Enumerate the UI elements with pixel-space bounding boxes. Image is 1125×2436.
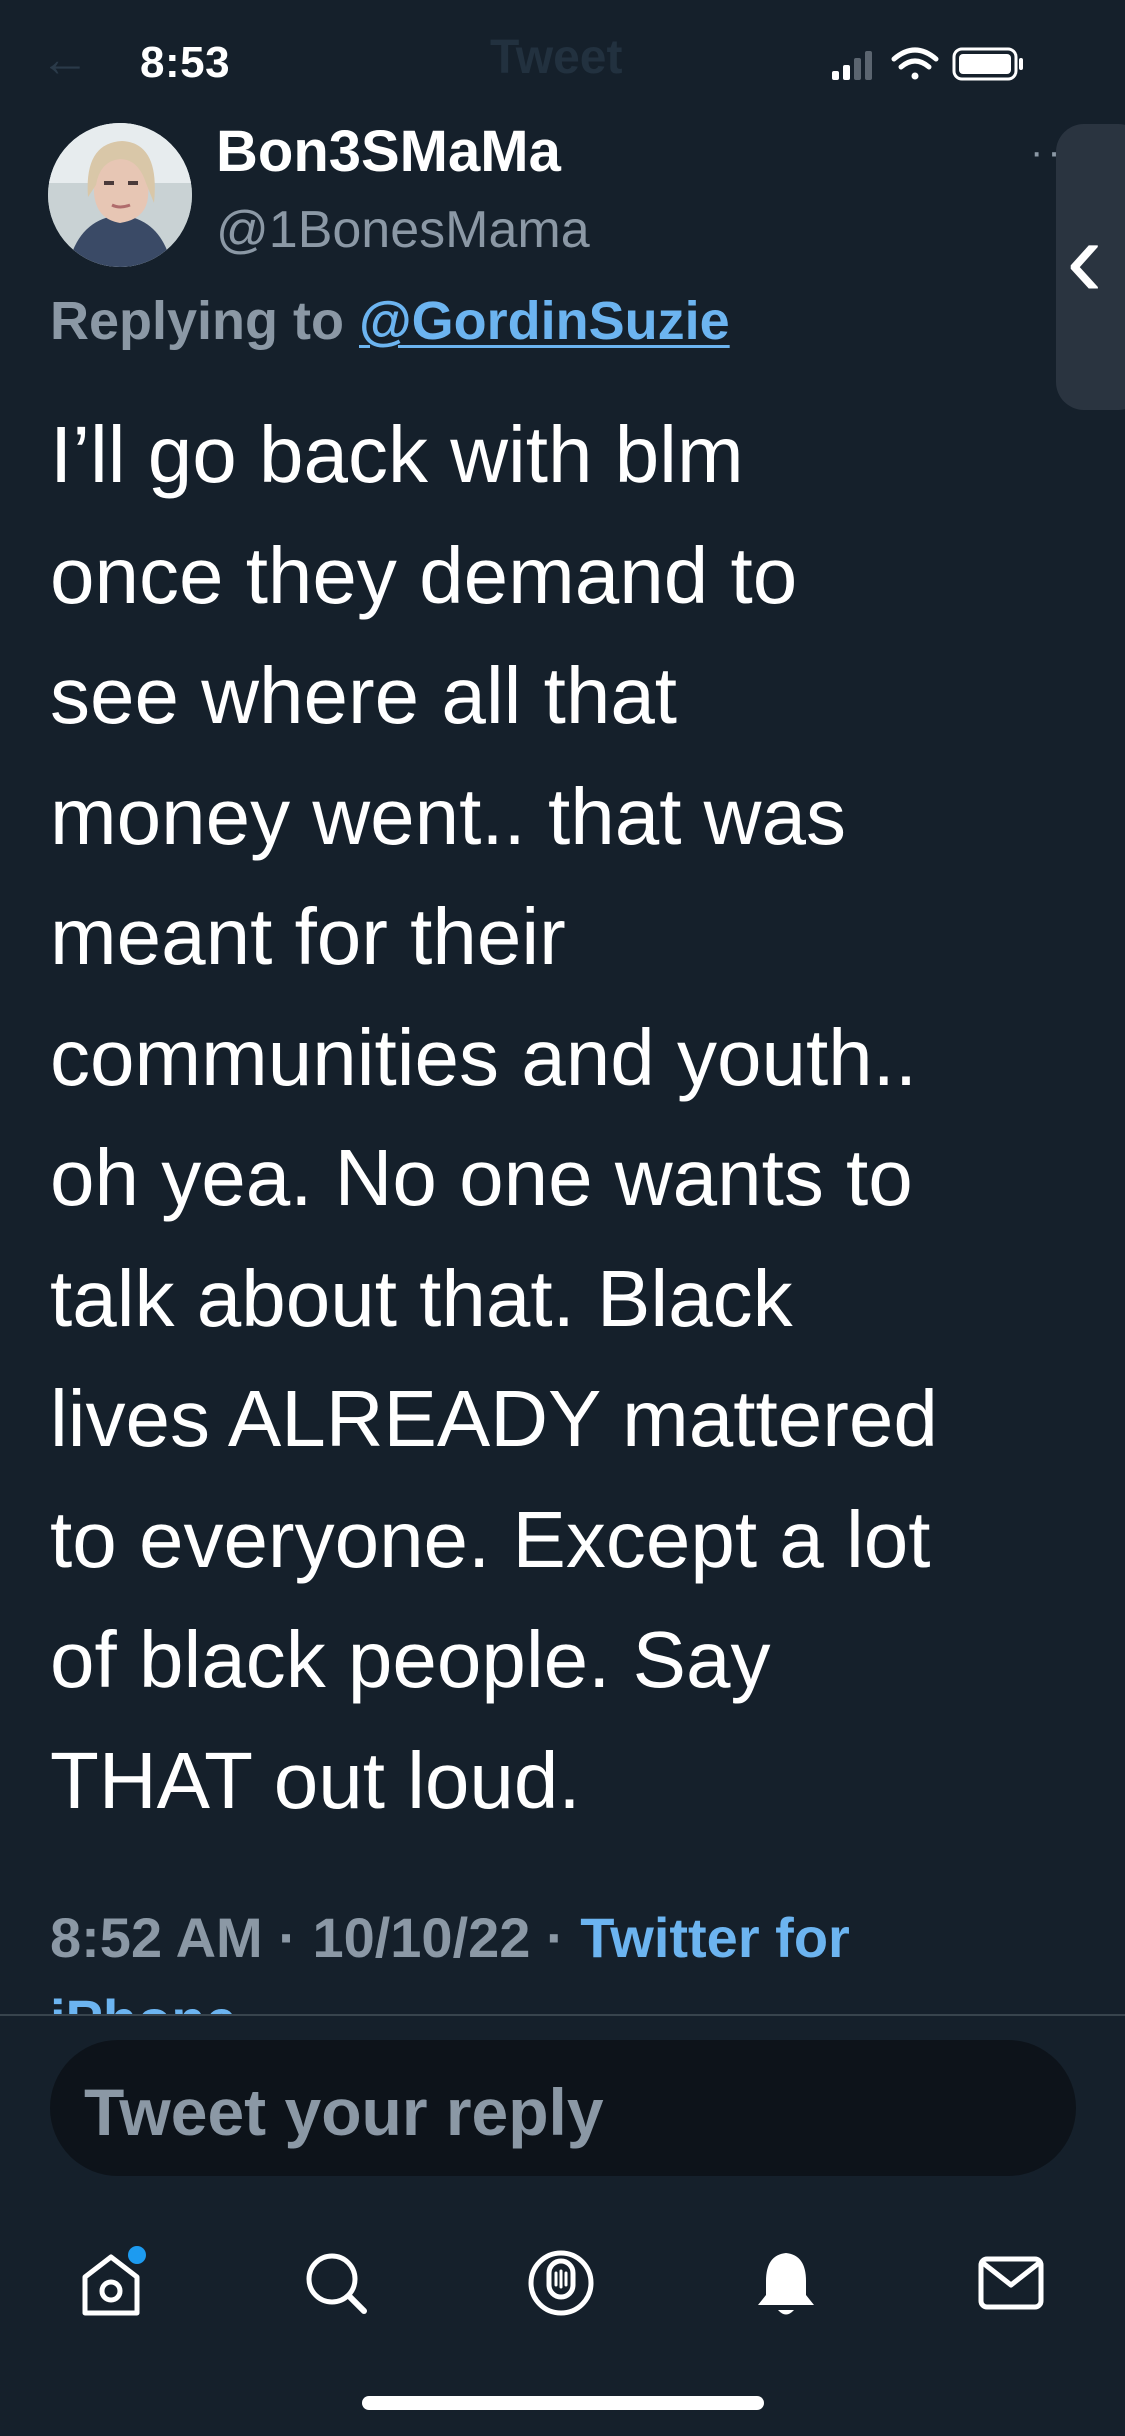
cellular-signal-icon [832,51,872,80]
envelope-icon [978,2256,1044,2310]
home-indicator [362,2396,764,2410]
replying-to-link[interactable]: @GordinSuzie [359,291,730,351]
notification-dot [128,2246,146,2264]
tweet-source-link[interactable]: Twitter for [580,1906,850,1969]
tweet-date: 10/10/22 [312,1906,531,1969]
home-icon [82,2246,146,2316]
tab-messages[interactable] [966,2238,1056,2328]
bell-icon [758,2253,814,2315]
wifi-icon [891,47,939,80]
divider [0,2014,1125,2016]
tweet-meta: 8:52 AM · 10/10/22 · Twitter for [50,1905,850,1970]
meta-separator: · [545,1906,565,1969]
tab-search[interactable] [291,2238,381,2328]
tweet-time: 8:52 AM [50,1906,263,1969]
status-time: 8:53 [140,38,231,87]
search-icon [306,2253,367,2314]
avatar-image [48,123,192,267]
author-handle[interactable]: @1BonesMama [216,200,590,260]
tab-home[interactable] [66,2238,156,2328]
replying-prefix: Replying to [50,291,359,351]
author-display-name[interactable]: Bon3SMaMa [216,118,561,185]
tab-notifications[interactable] [741,2238,831,2328]
tab-spaces[interactable] [516,2238,606,2328]
status-icons [832,47,1023,81]
chevron-left-icon[interactable]: ‹ [1066,204,1103,314]
page-title: Tweet [490,31,623,84]
tweet-text: I’ll go back with blm once they demand t… [50,410,938,1825]
battery-icon [952,47,1023,81]
spaces-microphone-icon [528,2250,594,2316]
replying-to: Replying to @GordinSuzie [50,290,730,352]
tweet-source-overflow[interactable]: iPhone [50,1990,237,2016]
meta-separator: · [278,1906,297,1969]
back-arrow-icon[interactable]: ← [40,30,90,88]
avatar[interactable] [48,123,192,267]
reply-placeholder[interactable]: Tweet your reply [84,2074,604,2150]
